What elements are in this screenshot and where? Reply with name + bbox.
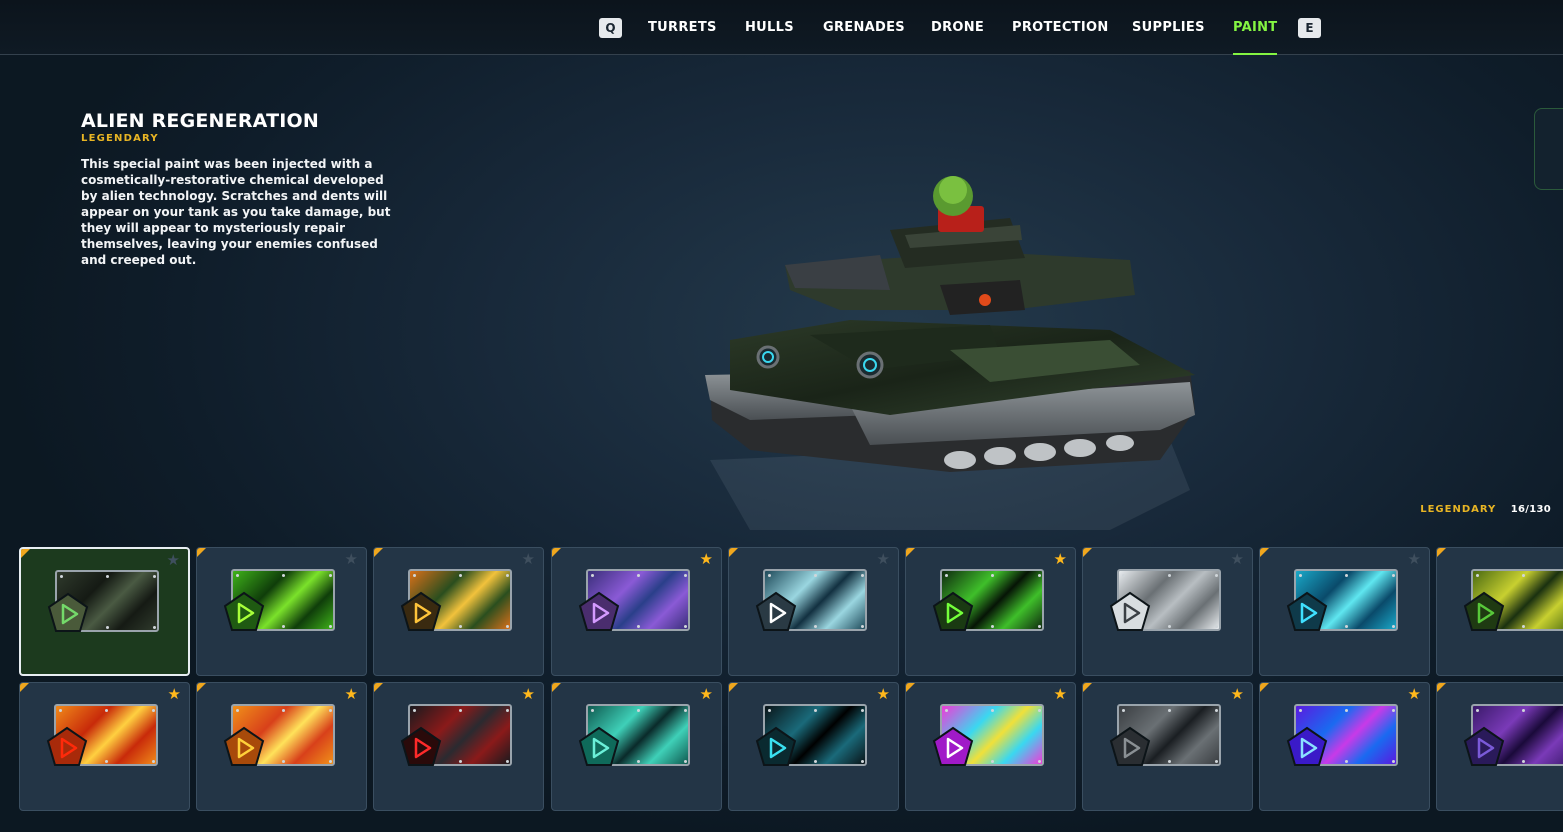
favorite-star-icon[interactable]: ★ [1231, 687, 1244, 702]
favorite-star-icon[interactable]: ★ [1408, 552, 1421, 567]
favorite-star-icon[interactable]: ★ [522, 687, 535, 702]
favorite-star-icon[interactable]: ★ [700, 687, 713, 702]
rarity-corner-marker [374, 548, 383, 557]
favorite-star-icon[interactable]: ★ [1408, 687, 1421, 702]
rarity-corner-marker [552, 683, 561, 692]
paint-type-icon [1109, 591, 1151, 631]
paint-card[interactable]: ★ [1082, 682, 1253, 811]
paint-card[interactable]: ★ [905, 547, 1076, 676]
rarity-corner-marker [729, 683, 738, 692]
paint-type-icon [223, 726, 265, 766]
rarity-corner-marker [1437, 683, 1446, 692]
rarity-corner-marker [374, 683, 383, 692]
favorite-star-icon[interactable]: ★ [522, 552, 535, 567]
item-info-panel: ALIEN REGENERATION LEGENDARY This specia… [81, 110, 391, 268]
paint-type-icon [578, 591, 620, 631]
rarity-corner-marker [729, 548, 738, 557]
prev-category-key[interactable]: Q [599, 18, 622, 38]
paint-type-icon [1286, 726, 1328, 766]
paint-type-icon [932, 726, 974, 766]
paint-card[interactable]: ★ [905, 682, 1076, 811]
paint-type-icon [46, 726, 88, 766]
side-panel-tab[interactable] [1534, 108, 1563, 190]
paint-card[interactable]: ★ [196, 547, 367, 676]
paint-card[interactable]: ★ [19, 682, 190, 811]
favorite-star-icon[interactable]: ★ [345, 552, 358, 567]
paint-type-icon [1463, 726, 1505, 766]
item-title: ALIEN REGENERATION [81, 110, 319, 132]
paint-card[interactable]: ★ [1259, 682, 1430, 811]
rarity-corner-marker [552, 548, 561, 557]
favorite-star-icon[interactable]: ★ [1054, 687, 1067, 702]
paint-card[interactable]: ★ [551, 547, 722, 676]
paint-type-icon [400, 726, 442, 766]
rarity-corner-marker [21, 549, 30, 558]
paint-card[interactable]: ★ [1259, 547, 1430, 676]
next-category-key[interactable]: E [1298, 18, 1321, 38]
item-rarity: LEGENDARY [81, 133, 159, 144]
paint-card[interactable]: ★ [551, 682, 722, 811]
paint-card[interactable]: ★ [1082, 547, 1253, 676]
paint-card[interactable]: ★ [1436, 682, 1563, 811]
tank-preview[interactable] [690, 160, 1210, 540]
top-navigation-bar: Q TURRETS HULLS GRENADES DRONE PROTECTIO… [0, 0, 1563, 55]
rarity-corner-marker [1260, 683, 1269, 692]
paint-type-icon [755, 591, 797, 631]
tab-hulls[interactable]: HULLS [745, 20, 794, 55]
rarity-corner-marker [1083, 548, 1092, 557]
paint-type-icon [1286, 591, 1328, 631]
rarity-corner-marker [1437, 548, 1446, 557]
paint-card[interactable]: ★ [728, 682, 899, 811]
paint-type-icon [47, 592, 89, 632]
favorite-star-icon[interactable]: ★ [168, 687, 181, 702]
paint-type-icon [932, 591, 974, 631]
item-description: This special paint was been injected wit… [81, 157, 391, 267]
rarity-corner-marker [197, 683, 206, 692]
paint-card[interactable]: ★ [373, 682, 544, 811]
tab-drone[interactable]: DRONE [931, 20, 984, 55]
collection-rarity: LEGENDARY [1420, 504, 1497, 515]
favorite-star-icon[interactable]: ★ [877, 552, 890, 567]
rarity-corner-marker [906, 548, 915, 557]
tab-protection[interactable]: PROTECTION [1012, 20, 1109, 55]
rarity-corner-marker [20, 683, 29, 692]
favorite-star-icon[interactable]: ★ [345, 687, 358, 702]
tab-turrets[interactable]: TURRETS [648, 20, 717, 55]
paint-type-icon [223, 591, 265, 631]
favorite-star-icon[interactable]: ★ [877, 687, 890, 702]
paint-type-icon [1463, 591, 1505, 631]
collection-count: 16/130 [1510, 504, 1551, 515]
favorite-star-icon[interactable]: ★ [700, 552, 713, 567]
paint-type-icon [400, 591, 442, 631]
rarity-corner-marker [1083, 683, 1092, 692]
paint-card[interactable]: ★ [373, 547, 544, 676]
paint-card[interactable]: ★ [19, 547, 190, 676]
paint-type-icon [755, 726, 797, 766]
rarity-corner-marker [1260, 548, 1269, 557]
tab-paint[interactable]: PAINT [1233, 20, 1278, 55]
paint-type-icon [578, 726, 620, 766]
collection-counter: LEGENDARY 16/130 [1420, 504, 1551, 515]
paint-card[interactable]: ★ [728, 547, 899, 676]
tab-grenades[interactable]: GRENADES [823, 20, 905, 55]
paint-card[interactable]: ★ [1436, 547, 1563, 676]
paint-type-icon [1109, 726, 1151, 766]
rarity-corner-marker [906, 683, 915, 692]
rarity-corner-marker [197, 548, 206, 557]
favorite-star-icon[interactable]: ★ [167, 553, 180, 568]
favorite-star-icon[interactable]: ★ [1054, 552, 1067, 567]
tab-supplies[interactable]: SUPPLIES [1132, 20, 1205, 55]
category-tabs: Q TURRETS HULLS GRENADES DRONE PROTECTIO… [0, 0, 1563, 55]
paint-card[interactable]: ★ [196, 682, 367, 811]
favorite-star-icon[interactable]: ★ [1231, 552, 1244, 567]
